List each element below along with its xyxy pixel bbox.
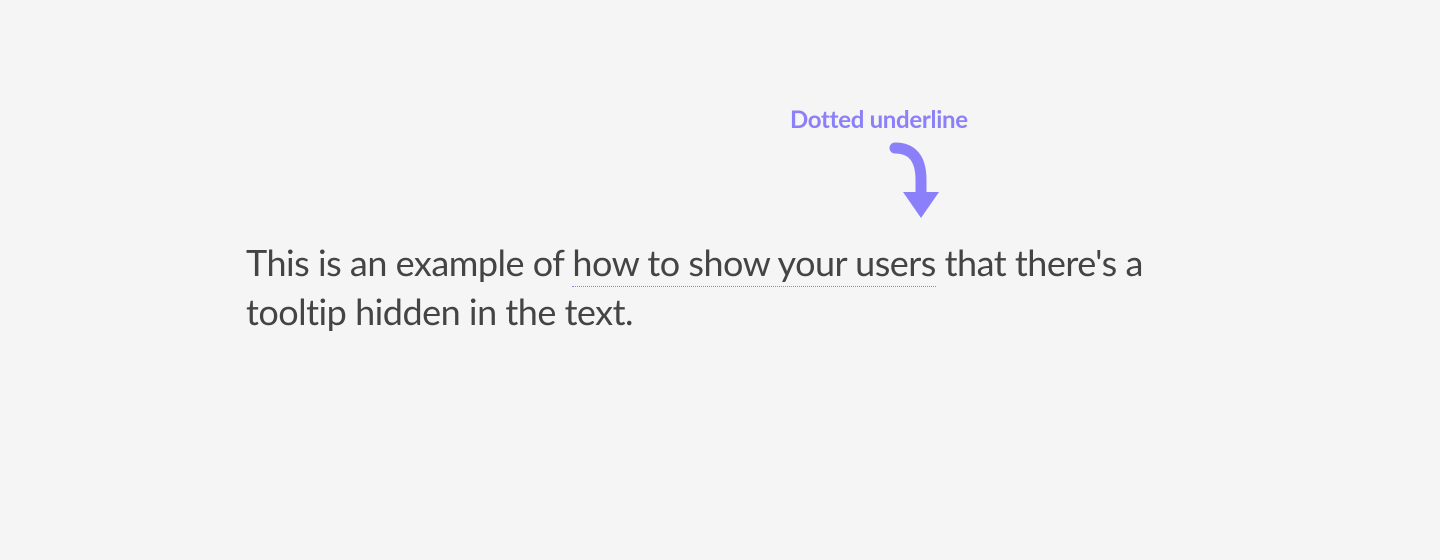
annotation-label: Dotted underline <box>790 105 968 134</box>
arrow-icon <box>883 140 943 230</box>
example-paragraph: This is an example of how to show your u… <box>246 238 1196 335</box>
tooltip-trigger-text[interactable]: how to show your users <box>572 240 935 287</box>
text-before: This is an example of <box>246 240 572 284</box>
